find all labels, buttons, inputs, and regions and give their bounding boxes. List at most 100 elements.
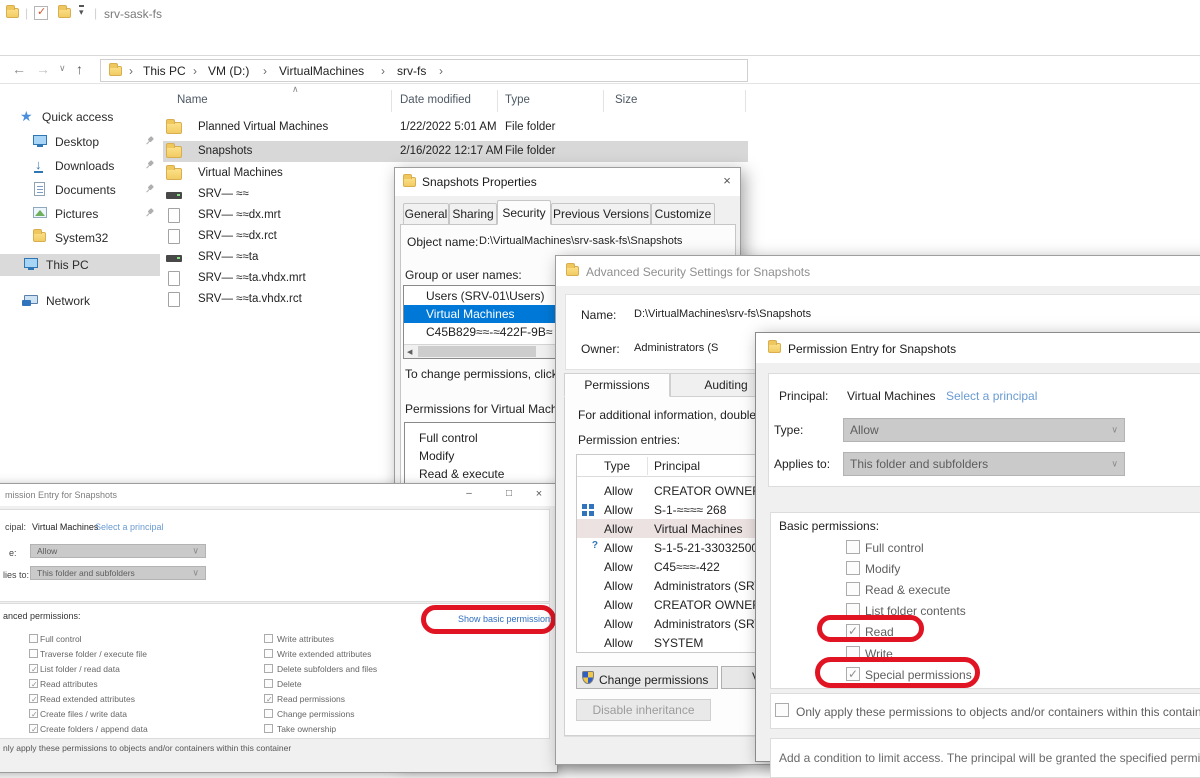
annotation-ellipse-read	[817, 615, 924, 642]
column-divider[interactable]	[745, 90, 746, 112]
checkbox-change-permissions[interactable]	[264, 709, 273, 718]
up-icon[interactable]: ↑	[76, 61, 83, 77]
checkbox-list-folder-read-data[interactable]	[29, 664, 38, 673]
checkbox-take-ownership[interactable]	[264, 724, 273, 733]
checkbox-create-folders-append-data[interactable]	[29, 724, 38, 733]
chevron-down-icon: ∨	[192, 545, 199, 556]
select-principal-link[interactable]: Select a principal	[946, 389, 1037, 403]
users-icon	[581, 485, 598, 498]
checkbox-label: Delete subfolders and files	[277, 664, 377, 674]
tab-customize[interactable]: Customize	[651, 203, 715, 225]
applies-to-dropdown[interactable]: This folder and subfolders∨	[30, 566, 206, 580]
annotation-ellipse-special-permissions	[815, 657, 980, 688]
checkbox-traverse-folder[interactable]	[29, 649, 38, 658]
close-icon[interactable]: ×	[719, 173, 735, 188]
qat-customize-icon[interactable]: ▾	[79, 5, 84, 17]
change-permissions-button[interactable]: Change permissions	[576, 666, 718, 689]
checkbox-label: Change permissions	[277, 709, 354, 719]
file-icon	[168, 271, 180, 286]
users-icon	[407, 326, 424, 339]
disable-inheritance-button[interactable]: Disable inheritance	[576, 699, 711, 721]
file-icon	[168, 292, 180, 307]
column-divider[interactable]	[497, 90, 498, 112]
checkbox-full-control[interactable]	[846, 540, 860, 554]
column-header-type[interactable]: Type	[604, 459, 630, 473]
principal-label: Principal:	[779, 389, 828, 403]
tab-sharing[interactable]: Sharing	[449, 203, 497, 225]
owner-label: Owner:	[581, 342, 620, 356]
users-icon	[581, 637, 598, 650]
window-title: srv-sask-fs	[104, 7, 162, 21]
type-dropdown[interactable]: Allow∨	[30, 544, 206, 558]
checkbox-write-extended-attributes[interactable]	[264, 649, 273, 658]
checkbox-write-attributes[interactable]	[264, 634, 273, 643]
drive-icon	[166, 255, 182, 262]
checkbox-only-apply[interactable]	[775, 703, 789, 717]
tab-security[interactable]: Security	[497, 200, 551, 225]
checkbox-label: Create files / write data	[40, 709, 127, 719]
breadcrumb-folder-icon	[109, 66, 122, 76]
checkbox-label: Full control	[865, 541, 924, 555]
checkbox-full-control[interactable]	[29, 634, 38, 643]
applies-to-dropdown[interactable]: This folder and subfolders∨	[843, 452, 1125, 476]
users-icon	[581, 561, 598, 574]
forward-icon[interactable]: →	[36, 61, 50, 77]
back-icon[interactable]: ←	[12, 61, 26, 77]
maximize-icon[interactable]: □	[502, 488, 516, 499]
scroll-left-icon[interactable]: ◀	[407, 348, 412, 356]
checkbox-read-execute[interactable]	[846, 582, 860, 596]
checkbox-label: Traverse folder / execute file	[40, 649, 147, 659]
checkbox-delete-subfolders[interactable]	[264, 664, 273, 673]
column-divider[interactable]	[603, 90, 604, 112]
checkbox-delete[interactable]	[264, 679, 273, 688]
users-icon	[407, 290, 424, 303]
tab-general[interactable]: General	[403, 203, 449, 225]
column-divider[interactable]	[391, 90, 392, 112]
file-row[interactable]: Planned Virtual Machines1/22/2022 5:01 A…	[0, 117, 748, 138]
name-label: Name:	[581, 308, 616, 322]
scrollbar-thumb[interactable]	[418, 346, 536, 357]
qat-folder-icon[interactable]	[58, 8, 71, 18]
permissions-for-label: Permissions for Virtual Machine	[405, 402, 574, 416]
file-row-selected[interactable]: Snapshots2/16/2022 12:17 AMFile folder	[0, 141, 748, 162]
checkbox-label: List folder / read data	[40, 664, 120, 674]
crumb-this-pc[interactable]: This PC	[143, 64, 186, 78]
separator: |	[25, 6, 28, 20]
close-icon[interactable]: ×	[532, 488, 546, 500]
dialog-folder-icon	[403, 177, 416, 187]
select-principal-link[interactable]: Select a principal	[95, 522, 164, 532]
column-header-size[interactable]: Size	[615, 94, 637, 106]
checkbox-read-extended-attributes[interactable]	[29, 694, 38, 703]
drive-icon	[166, 192, 182, 199]
checkbox-label: Read extended attributes	[40, 694, 135, 704]
qat-check-icon[interactable]: ✓	[34, 6, 48, 20]
only-apply-label: Only apply these permissions to objects …	[796, 705, 1200, 719]
column-header-name[interactable]: Name	[177, 94, 208, 106]
minimize-icon[interactable]: –	[462, 488, 476, 499]
crumb-sep: ›	[439, 64, 443, 78]
title-bar: Snapshots Properties ×	[395, 168, 740, 196]
permission-entry-front-dialog: Permission Entry for Snapshots Principal…	[755, 332, 1200, 762]
breadcrumb[interactable]: › This PC › VM (D:) › VirtualMachines › …	[100, 59, 748, 82]
recent-locations-icon[interactable]: ∨	[59, 63, 66, 74]
checkbox-read-permissions[interactable]	[264, 694, 273, 703]
column-header-date[interactable]: Date modified	[400, 94, 471, 106]
checkbox-create-files-write-data[interactable]	[29, 709, 38, 718]
add-condition-text: Add a condition to limit access. The pri…	[779, 751, 1200, 765]
checkbox-read-attributes[interactable]	[29, 679, 38, 688]
column-header-type[interactable]: Type	[505, 94, 530, 106]
type-label: e:	[9, 548, 17, 558]
perm-item: Full control	[419, 431, 478, 445]
checkbox-label: Write attributes	[277, 634, 334, 644]
column-header-principal[interactable]: Principal	[654, 459, 700, 473]
tab-previous-versions[interactable]: Previous Versions	[551, 203, 651, 225]
tab-permissions[interactable]: Permissions	[564, 373, 670, 397]
type-dropdown[interactable]: Allow∨	[843, 418, 1125, 442]
crumb-vm-d[interactable]: VM (D:)	[208, 64, 249, 78]
perm-item: Modify	[419, 449, 454, 463]
dialog-folder-icon	[768, 343, 781, 353]
crumb-virtualmachines[interactable]: VirtualMachines	[279, 64, 364, 78]
checkbox-modify[interactable]	[846, 561, 860, 575]
crumb-srv-fs[interactable]: srv-fs	[397, 64, 426, 78]
window-title: Advanced Security Settings for Snapshots	[586, 265, 810, 279]
